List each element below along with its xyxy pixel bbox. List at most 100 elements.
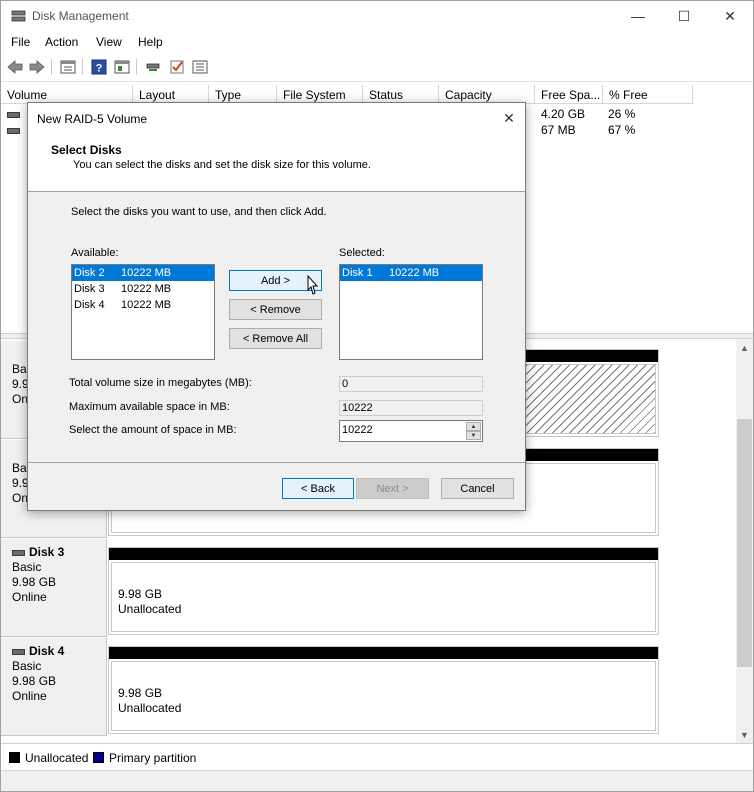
disk-name: Disk 4 [29, 644, 65, 658]
legend-unallocated: Unallocated [25, 751, 89, 765]
amount-value: 10222 [342, 424, 373, 436]
show-hide-icon[interactable] [112, 58, 132, 76]
max-space-field: 10222 [339, 400, 483, 416]
volume-free-space: 67 MB [541, 123, 576, 137]
available-label: Available: [71, 247, 119, 259]
spin-down-icon[interactable]: ▼ [466, 431, 481, 440]
volume-pct-free: 67 % [608, 123, 636, 137]
properties-icon[interactable] [58, 58, 78, 76]
amount-label: Select the amount of space in MB: [69, 424, 237, 436]
amount-spinbox[interactable]: 10222 ▲ ▼ [339, 420, 483, 442]
close-icon: ✕ [503, 109, 515, 126]
list-item[interactable]: Disk 2 10222 MB [72, 265, 214, 281]
back-icon[interactable] [5, 58, 25, 76]
scroll-up-icon[interactable]: ▲ [736, 339, 753, 356]
dialog-header: New RAID-5 Volume ✕ Select Disks You can… [28, 103, 525, 192]
unallocated-swatch [9, 752, 20, 763]
disk-type: Basic [12, 659, 42, 673]
column-header-free-space[interactable]: Free Spa... [535, 85, 603, 104]
dialog-close-button[interactable]: ✕ [498, 108, 520, 128]
list-item[interactable]: Disk 3 10222 MB [72, 281, 214, 297]
disk-row: Disk 4 Basic 9.98 GB Online 9.98 GB Unal… [1, 638, 736, 736]
menu-view[interactable]: View [96, 35, 122, 49]
max-space-label: Maximum available space in MB: [69, 401, 230, 413]
dialog-heading: Select Disks [51, 143, 122, 157]
volume-block[interactable]: 9.98 GB Unallocated [108, 646, 659, 734]
selected-disks-list[interactable]: Disk 1 10222 MB [339, 264, 483, 360]
next-button[interactable]: Next > [356, 478, 429, 499]
list-icon[interactable] [190, 58, 210, 76]
rescan-icon[interactable] [143, 58, 163, 76]
help-icon[interactable]: ? [89, 58, 109, 76]
volume-icon [7, 112, 20, 118]
new-raid5-volume-dialog: New RAID-5 Volume ✕ Select Disks You can… [27, 102, 526, 511]
disk-status: Online [12, 689, 47, 703]
status-bar [1, 770, 753, 791]
list-item-disk: Disk 2 [74, 267, 105, 279]
legend-primary-partition: Primary partition [109, 751, 197, 765]
legend-bar: Unallocated Primary partition [1, 743, 753, 770]
spin-up-icon[interactable]: ▲ [466, 422, 481, 431]
total-size-field: 0 [339, 376, 483, 392]
remove-all-button[interactable]: < Remove All [229, 328, 322, 349]
remove-button[interactable]: < Remove [229, 299, 322, 320]
close-icon: ✕ [724, 7, 736, 24]
volume-stripe [109, 647, 658, 659]
total-size-label: Total volume size in megabytes (MB): [69, 377, 252, 389]
volume-stripe [109, 548, 658, 560]
list-item-disk: Disk 1 [342, 267, 373, 279]
disk-management-icon [11, 10, 26, 22]
volume-size: 9.98 GB [118, 587, 163, 601]
svg-text:?: ? [96, 63, 103, 75]
menu-help[interactable]: Help [138, 35, 163, 49]
volume-area: 9.98 GB Unallocated [111, 562, 656, 632]
disk-label[interactable]: Disk 4 Basic 9.98 GB Online [1, 638, 107, 736]
vertical-scrollbar[interactable]: ▲ ▼ [736, 339, 753, 743]
disk-management-window: Disk Management — ☐ ✕ File Action View H… [0, 0, 754, 792]
list-item[interactable]: Disk 1 10222 MB [340, 265, 482, 281]
disk-type: Basic [12, 560, 42, 574]
dialog-subheading: You can select the disks and set the dis… [73, 159, 371, 171]
list-item-disk: Disk 4 [74, 299, 105, 311]
scrollbar-thumb[interactable] [737, 419, 752, 667]
column-header-pct-free[interactable]: % Free [603, 85, 693, 104]
cancel-button[interactable]: Cancel [441, 478, 514, 499]
volume-size: 9.98 GB [118, 686, 163, 700]
volume-status: Unallocated [118, 701, 182, 715]
title-bar: Disk Management — ☐ ✕ [1, 1, 753, 32]
list-item-size: 10222 MB [121, 283, 172, 295]
amount-spin-buttons: ▲ ▼ [466, 422, 481, 440]
scroll-down-icon[interactable]: ▼ [736, 726, 753, 743]
dialog-instruction: Select the disks you want to use, and th… [71, 206, 327, 218]
menu-action[interactable]: Action [45, 35, 78, 49]
list-item-size: 10222 MB [389, 267, 440, 279]
list-item-size: 10222 MB [121, 267, 172, 279]
volume-block[interactable]: 9.98 GB Unallocated [108, 547, 659, 635]
maximize-button[interactable]: ☐ [661, 1, 707, 31]
minimize-button[interactable]: — [615, 1, 661, 31]
volume-pct-free: 26 % [608, 107, 636, 121]
volume-area: 9.98 GB Unallocated [111, 661, 656, 731]
disk-size: 9.98 GB [12, 674, 57, 688]
toolbar: ? [1, 54, 753, 82]
volume-free-space: 4.20 GB [541, 107, 586, 121]
menu-bar: File Action View Help [1, 32, 753, 54]
close-button[interactable]: ✕ [707, 1, 753, 31]
maximize-icon: ☐ [677, 7, 691, 24]
disk-icon [12, 648, 25, 655]
check-icon[interactable] [167, 58, 187, 76]
forward-icon[interactable] [27, 58, 47, 76]
list-item-size: 10222 MB [121, 299, 172, 311]
selected-label: Selected: [339, 247, 385, 259]
primary-partition-swatch [93, 752, 104, 763]
menu-file[interactable]: File [11, 35, 30, 49]
disk-size: 9.98 GB [12, 575, 57, 589]
available-disks-list[interactable]: Disk 2 10222 MB Disk 3 10222 MB Disk 4 10222 … [71, 264, 215, 360]
list-item-disk: Disk 3 [74, 283, 105, 295]
disk-label[interactable]: Disk 3 Basic 9.98 GB Online [1, 539, 107, 637]
list-item[interactable]: Disk 4 10222 MB [72, 297, 214, 313]
disk-icon [12, 549, 25, 556]
dialog-title: New RAID-5 Volume [37, 112, 148, 126]
back-button[interactable]: < Back [282, 478, 354, 499]
mouse-cursor-icon [307, 275, 319, 295]
